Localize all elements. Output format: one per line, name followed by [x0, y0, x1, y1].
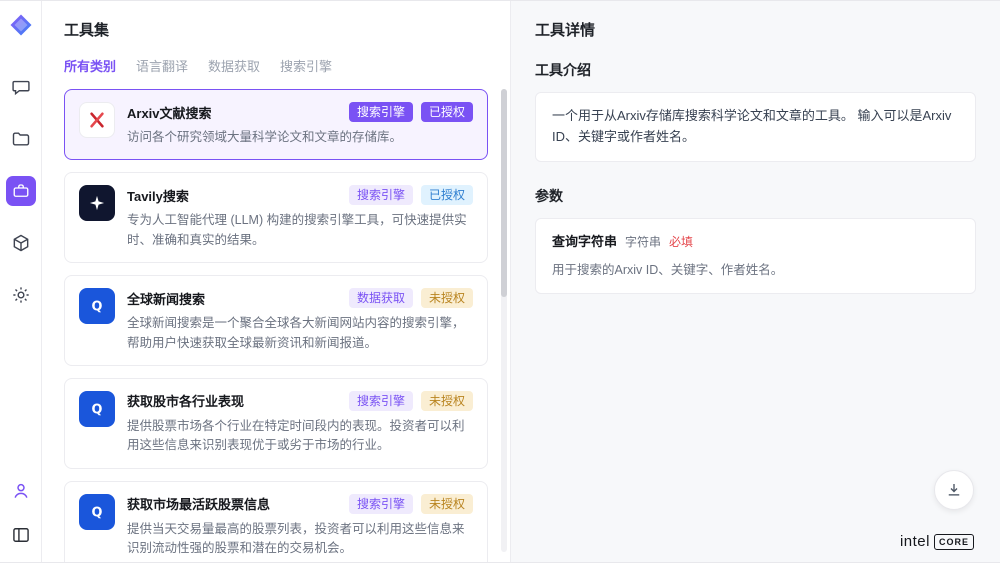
tool-name: 获取股市各行业表现 — [127, 391, 244, 410]
toolset-panel: 工具集 所有类别 语言翻译 数据获取 搜索引擎 Arxiv文献搜索 搜索引擎 已… — [42, 1, 510, 562]
tab-translation[interactable]: 语言翻译 — [136, 56, 188, 75]
auth-badge: 未授权 — [421, 391, 473, 411]
param-name: 查询字符串 — [552, 232, 617, 253]
svg-text:Q: Q — [92, 505, 103, 520]
arxiv-logo-icon — [79, 102, 115, 138]
tool-card-active-stocks[interactable]: Q 获取市场最活跃股票信息 搜索引擎 未授权 提供当天交易量最高的股票列表，投资… — [64, 481, 488, 562]
svg-text:Q: Q — [92, 300, 103, 315]
download-icon — [945, 481, 963, 499]
category-badge: 数据获取 — [349, 288, 413, 308]
tab-data-fetch[interactable]: 数据获取 — [208, 56, 260, 75]
param-type: 字符串 — [625, 233, 661, 252]
auth-badge: 已授权 — [421, 185, 473, 205]
tab-search-engine[interactable]: 搜索引擎 — [280, 56, 332, 75]
intro-heading: 工具介绍 — [535, 60, 976, 80]
auth-badge: 未授权 — [421, 288, 473, 308]
params-heading: 参数 — [535, 186, 976, 206]
cube-icon — [11, 233, 31, 253]
tool-description: 提供股票市场各个行业在特定时间段内的表现。投资者可以利用这些信息来识别表现优于或… — [127, 417, 473, 456]
sidebar-item-tools[interactable] — [6, 176, 36, 206]
param-required-badge: 必填 — [669, 233, 693, 252]
download-button[interactable] — [934, 470, 974, 510]
app-logo-icon — [9, 13, 33, 37]
parameter-box: 查询字符串 字符串 必填 用于搜索的Arxiv ID、关键字、作者姓名。 — [535, 218, 976, 295]
auth-badge: 已授权 — [421, 102, 473, 122]
category-badge: 搜索引擎 — [349, 391, 413, 411]
toolset-title: 工具集 — [64, 19, 510, 40]
core-badge: CORE — [934, 534, 974, 550]
tool-card-arxiv[interactable]: Arxiv文献搜索 搜索引擎 已授权 访问各个研究领域大量科学论文和文章的存储库… — [64, 89, 488, 160]
tool-description: 访问各个研究领域大量科学论文和文章的存储库。 — [127, 128, 473, 147]
chat-icon — [11, 77, 31, 97]
sidebar-item-files[interactable] — [6, 124, 36, 154]
folder-icon — [11, 129, 31, 149]
tool-description: 全球新闻搜索是一个聚合全球各大新闻网站内容的搜索引擎，帮助用户快速获取全球最新资… — [127, 314, 473, 353]
tab-all-categories[interactable]: 所有类别 — [64, 56, 116, 75]
tool-name: Arxiv文献搜索 — [127, 103, 212, 122]
user-icon — [11, 481, 31, 501]
tool-description: 专为人工智能代理 (LLM) 构建的搜索引擎工具，可快速提供实时、准确和真实的结… — [127, 211, 473, 250]
tool-description: 提供当天交易量最高的股票列表，投资者可以利用这些信息来识别流动性强的股票和潜在的… — [127, 520, 473, 559]
tool-card-sector-performance[interactable]: Q 获取股市各行业表现 搜索引擎 未授权 提供股票市场各个行业在特定时间段内的表… — [64, 378, 488, 469]
sidebar-item-chat[interactable] — [6, 72, 36, 102]
gear-icon — [11, 285, 31, 305]
auth-badge: 未授权 — [421, 494, 473, 514]
tavily-logo-icon — [79, 185, 115, 221]
svg-text:Q: Q — [92, 402, 103, 417]
sidebar-item-settings[interactable] — [6, 280, 36, 310]
active-stocks-logo-icon: Q — [79, 494, 115, 530]
sidebar-item-plugins[interactable] — [6, 228, 36, 258]
tool-name: 全球新闻搜索 — [127, 289, 205, 308]
category-badge: 搜索引擎 — [349, 102, 413, 122]
param-description: 用于搜索的Arxiv ID、关键字、作者姓名。 — [552, 260, 959, 280]
tool-list-scrollbar — [501, 89, 507, 552]
panel-toggle-icon — [11, 525, 31, 545]
tool-name: 获取市场最活跃股票信息 — [127, 494, 270, 513]
sidebar-item-collapse[interactable] — [6, 520, 36, 550]
sidebar-item-user[interactable] — [6, 476, 36, 506]
global-news-logo-icon: Q — [79, 288, 115, 324]
category-tabs: 所有类别 语言翻译 数据获取 搜索引擎 — [64, 56, 510, 75]
sector-performance-logo-icon: Q — [79, 391, 115, 427]
intel-wordmark: intel — [900, 533, 930, 550]
intro-box: 一个用于从Arxiv存储库搜索科学论文和文章的工具。 输入可以是Arxiv ID… — [535, 92, 976, 162]
tool-detail-panel: 工具详情 工具介绍 一个用于从Arxiv存储库搜索科学论文和文章的工具。 输入可… — [510, 1, 1000, 562]
tool-list: Arxiv文献搜索 搜索引擎 已授权 访问各个研究领域大量科学论文和文章的存储库… — [64, 89, 510, 562]
tool-card-global-news[interactable]: Q 全球新闻搜索 数据获取 未授权 全球新闻搜索是一个聚合全球各大新闻网站内容的… — [64, 275, 488, 366]
category-badge: 搜索引擎 — [349, 185, 413, 205]
detail-title: 工具详情 — [535, 19, 976, 40]
category-badge: 搜索引擎 — [349, 494, 413, 514]
intel-core-logo: intel CORE — [900, 533, 974, 550]
briefcase-icon — [12, 182, 30, 200]
app-logo[interactable] — [9, 13, 33, 42]
tool-card-tavily[interactable]: Tavily搜索 搜索引擎 已授权 专为人工智能代理 (LLM) 构建的搜索引擎… — [64, 172, 488, 263]
sidebar-rail — [0, 1, 42, 562]
scrollbar-thumb[interactable] — [501, 89, 507, 297]
tool-name: Tavily搜索 — [127, 186, 189, 205]
